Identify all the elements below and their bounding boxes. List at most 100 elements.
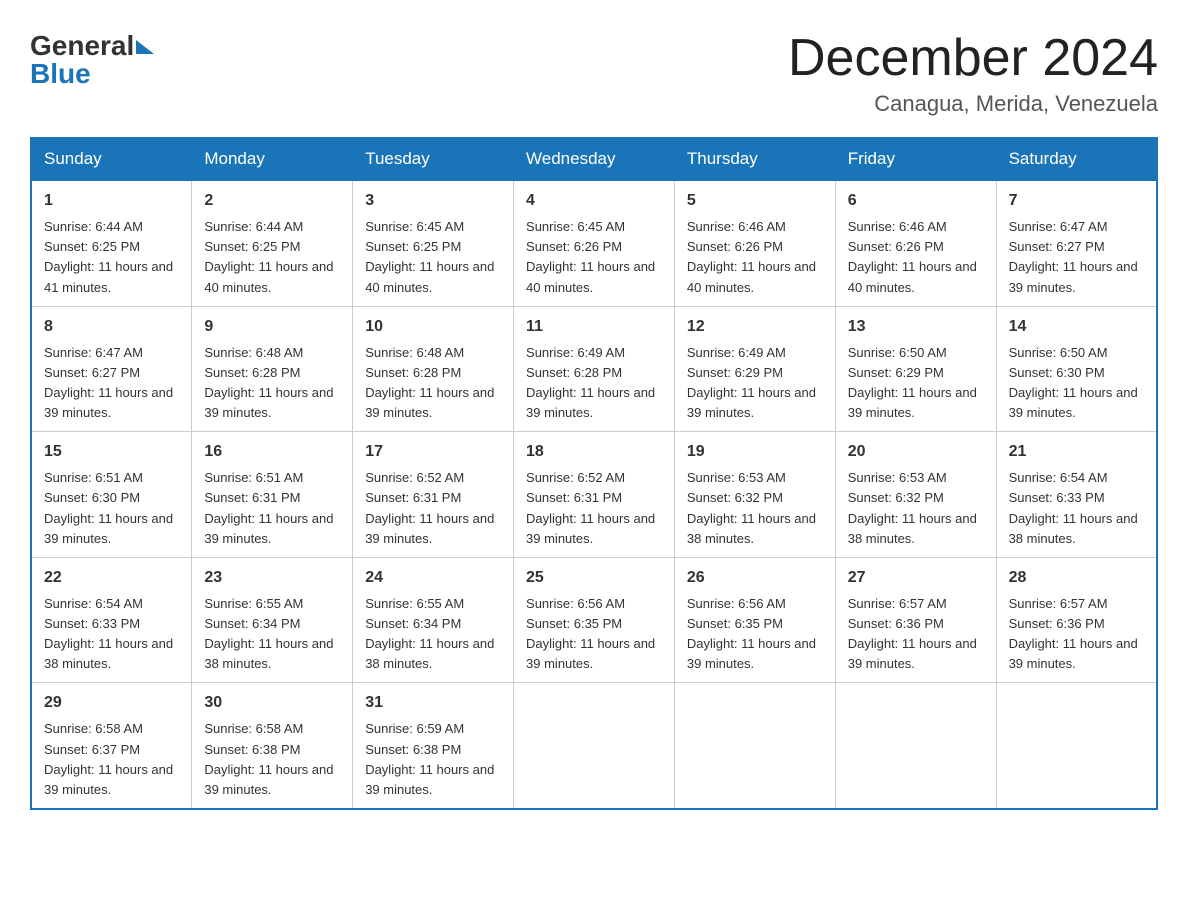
day-number: 7: [1009, 189, 1144, 213]
week-row-1: 1 Sunrise: 6:44 AMSunset: 6:25 PMDaylight…: [31, 180, 1157, 306]
day-number: 23: [204, 566, 340, 590]
day-number: 26: [687, 566, 823, 590]
calendar-subtitle: Canagua, Merida, Venezuela: [788, 91, 1158, 117]
calendar-cell: 14Sunrise: 6:50 AMSunset: 6:30 PMDayligh…: [996, 306, 1157, 432]
calendar-cell: 21 Sunrise: 6:54 AMSunset: 6:33 PMDayligh…: [996, 432, 1157, 558]
calendar-cell: 18Sunrise: 6:52 AMSunset: 6:31 PMDayligh…: [514, 432, 675, 558]
calendar-cell: 9Sunrise: 6:48 AMSunset: 6:28 PMDaylight…: [192, 306, 353, 432]
day-info: Sunrise: 6:49 AMSunset: 6:29 PMDaylight:…: [687, 343, 823, 424]
day-info: Sunrise: 6:56 AMSunset: 6:35 PMDaylight:…: [526, 594, 662, 675]
day-number: 28: [1009, 566, 1144, 590]
calendar-cell: 29 Sunrise: 6:58 AMSunset: 6:37 PMDayligh…: [31, 683, 192, 809]
day-info: Sunrise: 6:46 AMSunset: 6:26 PMDaylight:…: [848, 217, 984, 298]
day-number: 13: [848, 315, 984, 339]
calendar-cell: 8 Sunrise: 6:47 AMSunset: 6:27 PMDaylight…: [31, 306, 192, 432]
calendar-cell: 23 Sunrise: 6:55 AMSunset: 6:34 PMDayligh…: [192, 557, 353, 683]
day-info: Sunrise: 6:50 AMSunset: 6:29 PMDaylight:…: [848, 343, 984, 424]
day-number: 20: [848, 440, 984, 464]
day-info: Sunrise: 6:58 AMSunset: 6:37 PMDaylight:…: [44, 719, 179, 800]
day-info: Sunrise: 6:54 AMSunset: 6:33 PMDaylight:…: [44, 594, 179, 675]
day-info: Sunrise: 6:56 AMSunset: 6:35 PMDaylight:…: [687, 594, 823, 675]
day-number: 6: [848, 189, 984, 213]
calendar-cell: 27 Sunrise: 6:57 AMSunset: 6:36 PMDayligh…: [835, 557, 996, 683]
day-info: Sunrise: 6:46 AMSunset: 6:26 PMDaylight:…: [687, 217, 823, 298]
calendar-cell: 13 Sunrise: 6:50 AMSunset: 6:29 PMDayligh…: [835, 306, 996, 432]
day-info: Sunrise: 6:51 AMSunset: 6:31 PMDaylight:…: [204, 468, 340, 549]
day-number: 14: [1009, 315, 1144, 339]
calendar-cell: 20 Sunrise: 6:53 AMSunset: 6:32 PMDayligh…: [835, 432, 996, 558]
calendar-cell: [674, 683, 835, 809]
column-header-sunday: Sunday: [31, 138, 192, 180]
calendar-cell: [835, 683, 996, 809]
logo: General Blue: [30, 30, 154, 90]
calendar-cell: 19 Sunrise: 6:53 AMSunset: 6:32 PMDayligh…: [674, 432, 835, 558]
day-number: 1: [44, 189, 179, 213]
column-header-saturday: Saturday: [996, 138, 1157, 180]
day-info: Sunrise: 6:57 AMSunset: 6:36 PMDaylight:…: [848, 594, 984, 675]
day-number: 21: [1009, 440, 1144, 464]
day-number: 8: [44, 315, 179, 339]
calendar-cell: 2Sunrise: 6:44 AMSunset: 6:25 PMDaylight…: [192, 180, 353, 306]
calendar-title: December 2024: [788, 30, 1158, 87]
week-row-2: 8 Sunrise: 6:47 AMSunset: 6:27 PMDaylight…: [31, 306, 1157, 432]
calendar-cell: 28Sunrise: 6:57 AMSunset: 6:36 PMDayligh…: [996, 557, 1157, 683]
calendar-cell: 6 Sunrise: 6:46 AMSunset: 6:26 PMDaylight…: [835, 180, 996, 306]
day-info: Sunrise: 6:47 AMSunset: 6:27 PMDaylight:…: [44, 343, 179, 424]
day-number: 12: [687, 315, 823, 339]
calendar-cell: 24 Sunrise: 6:55 AMSunset: 6:34 PMDayligh…: [353, 557, 514, 683]
calendar-cell: [514, 683, 675, 809]
day-number: 27: [848, 566, 984, 590]
day-info: Sunrise: 6:58 AMSunset: 6:38 PMDaylight:…: [204, 719, 340, 800]
day-number: 29: [44, 691, 179, 715]
day-info: Sunrise: 6:45 AMSunset: 6:26 PMDaylight:…: [526, 217, 662, 298]
day-info: Sunrise: 6:44 AMSunset: 6:25 PMDaylight:…: [44, 217, 179, 298]
day-info: Sunrise: 6:49 AMSunset: 6:28 PMDaylight:…: [526, 343, 662, 424]
day-number: 22: [44, 566, 179, 590]
calendar-cell: 16Sunrise: 6:51 AMSunset: 6:31 PMDayligh…: [192, 432, 353, 558]
day-number: 5: [687, 189, 823, 213]
calendar-cell: 7 Sunrise: 6:47 AMSunset: 6:27 PMDaylight…: [996, 180, 1157, 306]
calendar-cell: 17 Sunrise: 6:52 AMSunset: 6:31 PMDayligh…: [353, 432, 514, 558]
day-info: Sunrise: 6:44 AMSunset: 6:25 PMDaylight:…: [204, 217, 340, 298]
day-number: 15: [44, 440, 179, 464]
day-info: Sunrise: 6:48 AMSunset: 6:28 PMDaylight:…: [204, 343, 340, 424]
day-info: Sunrise: 6:55 AMSunset: 6:34 PMDaylight:…: [204, 594, 340, 675]
calendar-cell: 10 Sunrise: 6:48 AMSunset: 6:28 PMDayligh…: [353, 306, 514, 432]
calendar-cell: 12 Sunrise: 6:49 AMSunset: 6:29 PMDayligh…: [674, 306, 835, 432]
day-number: 11: [526, 315, 662, 339]
calendar-cell: [996, 683, 1157, 809]
day-number: 4: [526, 189, 662, 213]
week-row-4: 22 Sunrise: 6:54 AMSunset: 6:33 PMDayligh…: [31, 557, 1157, 683]
day-info: Sunrise: 6:53 AMSunset: 6:32 PMDaylight:…: [848, 468, 984, 549]
day-info: Sunrise: 6:48 AMSunset: 6:28 PMDaylight:…: [365, 343, 501, 424]
day-number: 31: [365, 691, 501, 715]
day-number: 19: [687, 440, 823, 464]
day-info: Sunrise: 6:55 AMSunset: 6:34 PMDaylight:…: [365, 594, 501, 675]
header-row: SundayMondayTuesdayWednesdayThursdayFrid…: [31, 138, 1157, 180]
day-number: 30: [204, 691, 340, 715]
week-row-5: 29 Sunrise: 6:58 AMSunset: 6:37 PMDayligh…: [31, 683, 1157, 809]
calendar-cell: 25Sunrise: 6:56 AMSunset: 6:35 PMDayligh…: [514, 557, 675, 683]
calendar-cell: 5 Sunrise: 6:46 AMSunset: 6:26 PMDaylight…: [674, 180, 835, 306]
column-header-monday: Monday: [192, 138, 353, 180]
logo-blue-text: Blue: [30, 58, 91, 90]
logo-arrow-icon: [136, 40, 154, 54]
column-header-friday: Friday: [835, 138, 996, 180]
day-number: 17: [365, 440, 501, 464]
day-info: Sunrise: 6:54 AMSunset: 6:33 PMDaylight:…: [1009, 468, 1144, 549]
calendar-cell: 3 Sunrise: 6:45 AMSunset: 6:25 PMDaylight…: [353, 180, 514, 306]
calendar-cell: 1 Sunrise: 6:44 AMSunset: 6:25 PMDaylight…: [31, 180, 192, 306]
calendar-cell: 4 Sunrise: 6:45 AMSunset: 6:26 PMDaylight…: [514, 180, 675, 306]
day-number: 3: [365, 189, 501, 213]
calendar-table: SundayMondayTuesdayWednesdayThursdayFrid…: [30, 137, 1158, 810]
day-info: Sunrise: 6:59 AMSunset: 6:38 PMDaylight:…: [365, 719, 501, 800]
day-number: 10: [365, 315, 501, 339]
day-info: Sunrise: 6:53 AMSunset: 6:32 PMDaylight:…: [687, 468, 823, 549]
calendar-cell: 15Sunrise: 6:51 AMSunset: 6:30 PMDayligh…: [31, 432, 192, 558]
day-info: Sunrise: 6:45 AMSunset: 6:25 PMDaylight:…: [365, 217, 501, 298]
day-info: Sunrise: 6:52 AMSunset: 6:31 PMDaylight:…: [365, 468, 501, 549]
day-number: 24: [365, 566, 501, 590]
day-info: Sunrise: 6:47 AMSunset: 6:27 PMDaylight:…: [1009, 217, 1144, 298]
title-section: December 2024 Canagua, Merida, Venezuela: [788, 30, 1158, 117]
column-header-wednesday: Wednesday: [514, 138, 675, 180]
